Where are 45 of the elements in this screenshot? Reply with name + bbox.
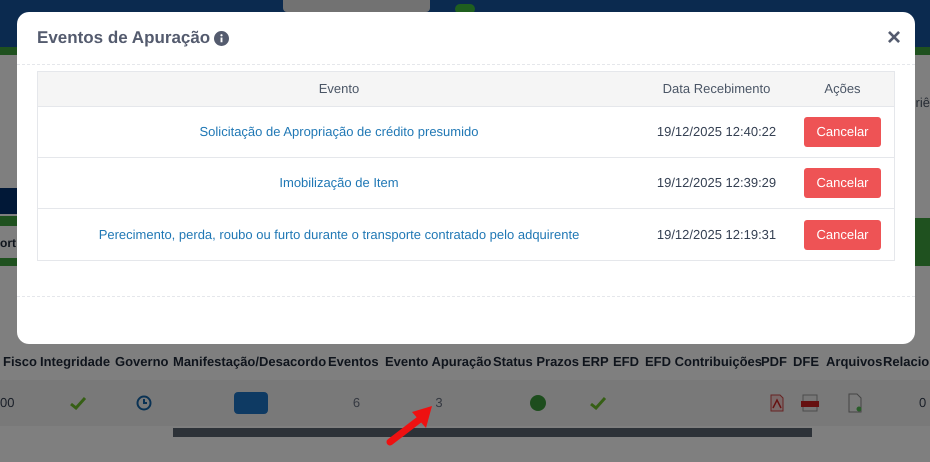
close-button[interactable]: ×: [886, 26, 901, 50]
event-link[interactable]: Perecimento, perda, roubo ou furto durante o transporte contratado pelo adquirente: [38, 224, 640, 244]
column-header: Ações: [823, 80, 862, 98]
check-icon: [70, 396, 86, 410]
cancel-button[interactable]: Cancelar: [804, 117, 881, 147]
check-icon: [590, 396, 606, 410]
column-header: Relacio: [883, 353, 930, 372]
event-link[interactable]: Solicitação de Apropriação de crédito presumido: [38, 122, 640, 142]
column-header: Eventos: [328, 353, 380, 372]
table-cell-text: 00: [0, 394, 16, 412]
column-label: riê: [916, 94, 930, 112]
column-header: DFE: [793, 353, 820, 372]
column-header: Arquivos: [826, 353, 883, 372]
table-cell-text: 0: [918, 394, 928, 412]
clock-icon: [136, 395, 152, 411]
cancel-button[interactable]: Cancelar: [804, 168, 881, 198]
column-header: Governo: [115, 353, 170, 372]
column-header: EFD Contribuições: [645, 353, 761, 372]
column-header: EFD: [613, 353, 640, 372]
column-header: Evento: [318, 80, 360, 98]
cancel-button[interactable]: Cancelar: [804, 220, 881, 250]
table-cell-text: 3: [434, 394, 444, 412]
table-cell-text: 19/12/2025 12:40:22: [656, 123, 778, 142]
scrollbar[interactable]: [173, 428, 812, 437]
column-header: Status Prazos: [493, 353, 580, 372]
pdf-file-icon[interactable]: [770, 394, 784, 412]
column-header: Evento Apuração: [385, 353, 492, 372]
arrow-drawing: [386, 406, 432, 446]
column-header: PDF: [761, 353, 788, 372]
dialog-title: Eventos de Apuração: [37, 27, 210, 50]
column-header: ERP: [582, 353, 610, 372]
search-field[interactable]: [283, 0, 430, 12]
file-icon[interactable]: [848, 393, 862, 413]
info-icon: [214, 30, 230, 46]
event-link[interactable]: Imobilização de Item: [38, 173, 640, 193]
table-cell-text: 19/12/2025 12:19:31: [656, 226, 778, 244]
column-header: Fisco: [2, 353, 38, 372]
xml-file-icon[interactable]: [800, 394, 818, 412]
column-header: Manifestação/Desacordo: [173, 353, 328, 372]
action-button[interactable]: [234, 392, 268, 414]
column-header: Integridade: [40, 353, 112, 372]
import-label: ort: [0, 235, 16, 252]
table-cell-text: 19/12/2025 12:39:29: [656, 174, 778, 192]
table-cell-text: 6: [352, 394, 362, 412]
column-header: Data Recebimento: [662, 80, 772, 98]
